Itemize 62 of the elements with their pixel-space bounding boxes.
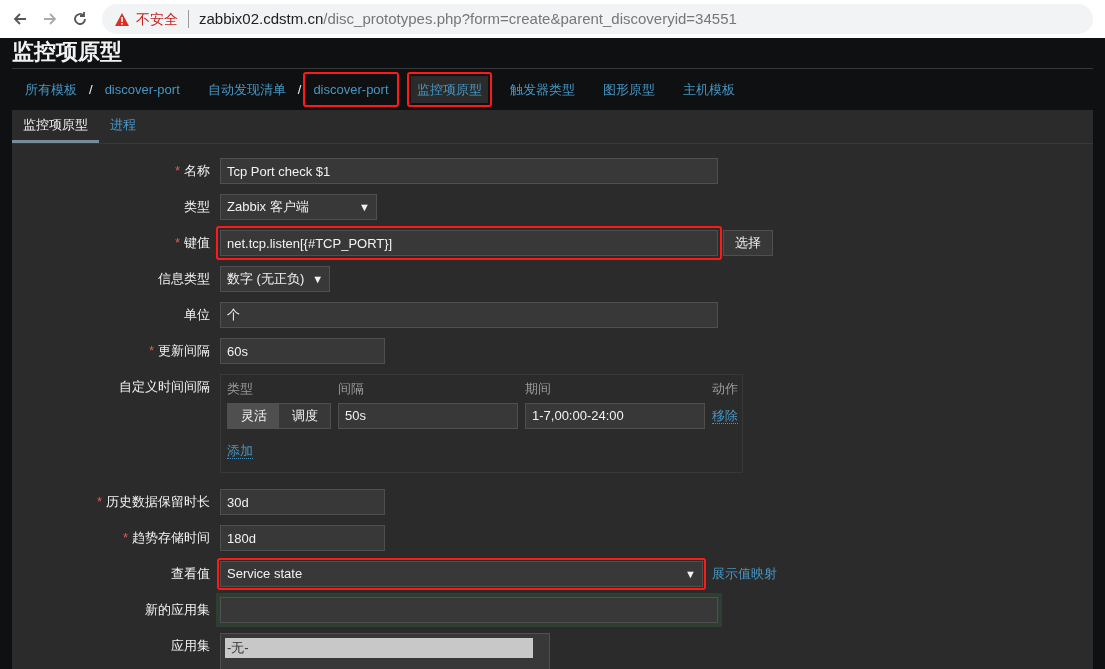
back-arrow-icon[interactable] xyxy=(12,11,28,27)
value-mapping-link[interactable]: 展示值映射 xyxy=(712,564,777,584)
field-label: 单位 xyxy=(184,306,210,324)
breadcrumb-separator: / xyxy=(297,80,302,99)
url-host: zabbix02.cdstm.cn xyxy=(199,8,324,29)
field-label: 键值 xyxy=(184,234,210,252)
required-mark: * xyxy=(174,162,180,180)
field-label: 更新间隔 xyxy=(158,342,210,360)
dropdown[interactable]: Zabbix 客户端 ▼ xyxy=(220,194,377,220)
mode-toggle[interactable]: 灵活 xyxy=(228,403,279,428)
input-field[interactable]: 50s xyxy=(338,402,518,429)
page-title: 监控项原型 xyxy=(12,38,122,66)
required-mark: * xyxy=(148,342,154,360)
list-box[interactable]: -无- xyxy=(220,633,550,669)
breadcrumb-link[interactable]: 自动发现清单 xyxy=(201,75,292,104)
field-label: 名称 xyxy=(184,162,210,180)
security-label: 不安全 xyxy=(136,9,178,29)
field-label: 新的应用集 xyxy=(145,601,210,619)
input-field[interactable]: net.tcp.listen[{#TCP_PORT}] xyxy=(220,230,718,256)
breadcrumb-link[interactable]: 触发器类型 xyxy=(503,75,581,104)
tab[interactable]: 进程 xyxy=(99,110,147,143)
field-label: 查看值 xyxy=(171,565,210,583)
warning-icon xyxy=(114,11,130,27)
column-header: 类型 xyxy=(227,380,254,398)
column-header: 间隔 xyxy=(338,380,365,398)
caret-icon: ▼ xyxy=(685,565,696,583)
caret-icon: ▼ xyxy=(359,198,370,216)
select-button[interactable]: 选择 xyxy=(723,230,773,256)
input-field[interactable]: 个 xyxy=(220,302,718,328)
required-mark: * xyxy=(96,493,102,511)
tab[interactable]: 监控项原型 xyxy=(12,110,99,143)
mode-toggle[interactable]: 调度 xyxy=(279,403,330,428)
field-label: 应用集 xyxy=(171,637,210,655)
field-label: 类型 xyxy=(184,198,210,216)
url-path: /disc_prototypes.php?form=create&parent_discoveryid=34551 xyxy=(323,8,737,29)
list-option[interactable]: -无- xyxy=(225,638,533,658)
breadcrumb-link[interactable]: discover-port xyxy=(98,75,186,104)
reload-icon[interactable] xyxy=(72,11,88,27)
input-field[interactable]: 180d xyxy=(220,525,385,551)
caret-icon: ▼ xyxy=(312,270,324,288)
field-label: 历史数据保留时长 xyxy=(106,493,210,511)
breadcrumb-link[interactable]: 所有模板 xyxy=(19,75,83,104)
column-header: 期间 xyxy=(525,380,552,398)
required-mark: * xyxy=(122,529,128,547)
input-field[interactable]: Tcp Port check $1 xyxy=(220,158,718,184)
remove-link[interactable]: 移除 xyxy=(712,407,738,424)
address-bar[interactable]: 不安全 zabbix02.cdstm.cn/disc_prototypes.php?form=create&parent_discoveryid=34551 xyxy=(102,4,1093,34)
breadcrumb-separator: / xyxy=(89,80,93,99)
breadcrumb-link[interactable]: discover-port xyxy=(307,75,395,104)
breadcrumb-link[interactable]: 主机模板 xyxy=(676,75,741,104)
dropdown[interactable]: Service state ▼ xyxy=(220,561,703,587)
add-link[interactable]: 添加 xyxy=(227,442,253,459)
breadcrumb-link[interactable]: 图形原型 xyxy=(596,75,661,104)
column-header: 动作 xyxy=(712,380,738,398)
input-field[interactable]: 1-7,00:00-24:00 xyxy=(525,402,705,429)
dropdown[interactable]: 数字 (无正负) ▼ xyxy=(220,266,331,292)
input-field[interactable]: 60s xyxy=(220,338,385,364)
field-label: 自定义时间间隔 xyxy=(119,378,210,396)
field-label: 信息类型 xyxy=(158,270,210,288)
field-label: 趋势存储时间 xyxy=(132,529,210,547)
input-field[interactable]: 30d xyxy=(220,489,385,515)
required-mark: * xyxy=(174,234,180,252)
